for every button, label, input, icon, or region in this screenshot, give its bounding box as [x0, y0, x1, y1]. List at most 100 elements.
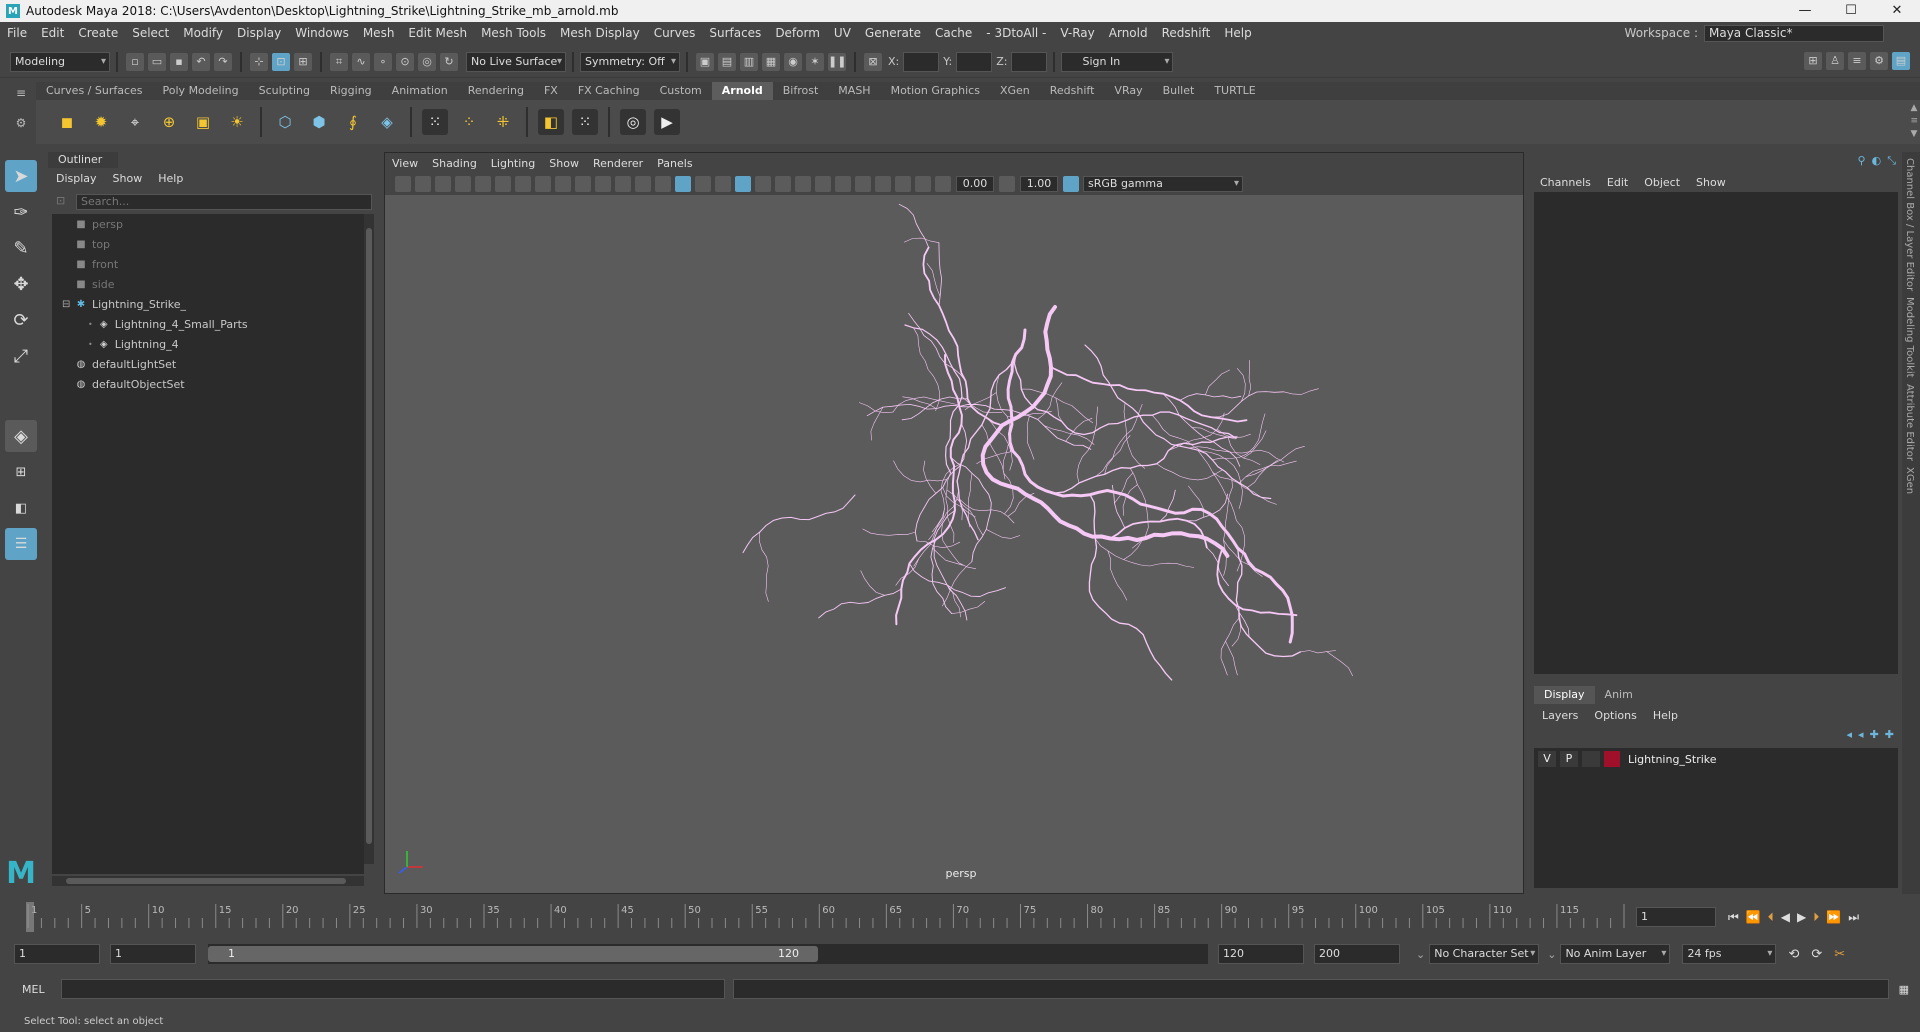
step-back-key-icon[interactable]: ⏪	[1746, 910, 1761, 925]
menu-display[interactable]: Display	[230, 22, 288, 44]
anim-layer-dropdown[interactable]: No Anim Layer	[1560, 944, 1671, 964]
layer-display-type-toggle[interactable]	[1582, 751, 1600, 767]
layer-menu-help[interactable]: Help	[1645, 709, 1686, 722]
channel-menu-object[interactable]: Object	[1636, 176, 1688, 189]
menu-v-ray[interactable]: V-Ray	[1053, 22, 1101, 44]
select-hierarchy-icon[interactable]: ⊹	[250, 52, 268, 71]
layer-playback-toggle[interactable]: P	[1560, 751, 1578, 767]
viewport-menu-view[interactable]: View	[385, 157, 425, 170]
shelf-tab-bifrost[interactable]: Bifrost	[773, 82, 829, 100]
render-view-icon[interactable]: ▣	[696, 52, 714, 71]
play-forwards-icon[interactable]: ▶	[1797, 910, 1806, 925]
outliner-item[interactable]: • ◈ Lightning_4_Small_Parts	[52, 314, 364, 334]
viewport-menu-shading[interactable]: Shading	[425, 157, 484, 170]
shelf-tab-xgen[interactable]: XGen	[990, 82, 1040, 100]
snap-rotate-icon[interactable]: ↻	[440, 52, 458, 71]
auto-key-icon[interactable]: ⟳	[1811, 947, 1822, 962]
play-backwards-icon[interactable]: ◀	[1781, 910, 1790, 925]
select-object-icon[interactable]: ⊡	[272, 52, 290, 71]
2d-pan-zoom-icon[interactable]	[475, 176, 491, 192]
select-component-icon[interactable]: ⊞	[294, 52, 312, 71]
single-perspective-icon[interactable]: ◈	[5, 420, 37, 452]
arnold-flush-texture-icon[interactable]: ⁙	[422, 109, 448, 135]
snap-surface-icon[interactable]: ◎	[418, 52, 436, 71]
depth-of-field-icon[interactable]	[835, 176, 851, 192]
snap-grid-icon[interactable]: ⌗	[330, 52, 348, 71]
move-tool-icon[interactable]: ✥	[5, 268, 37, 300]
menu-windows[interactable]: Windows	[288, 22, 356, 44]
redo-icon[interactable]: ↷	[214, 52, 232, 71]
outliner-item[interactable]: ■ side	[52, 274, 364, 294]
shelf-scroll[interactable]: ▲ ≡ ▼	[1910, 102, 1918, 141]
channel-box-tab-icon[interactable]: ⚲	[1858, 154, 1866, 168]
arnold-photometric-light-icon[interactable]: ⌖	[122, 109, 148, 135]
arnold-curve-collector-icon[interactable]: ∮	[340, 109, 366, 135]
outliner-menu-help[interactable]: Help	[150, 172, 191, 185]
menu-mesh[interactable]: Mesh	[356, 22, 402, 44]
shelf-settings-icon[interactable]: ⚙	[14, 116, 28, 130]
xray-icon[interactable]	[875, 176, 891, 192]
search-options-icon[interactable]: ⊡	[56, 194, 65, 207]
arnold-area-light-icon[interactable]: ◼	[54, 109, 80, 135]
shelf-tab-turtle[interactable]: TURTLE	[1204, 82, 1265, 100]
layer-color-swatch[interactable]	[1604, 751, 1620, 767]
render-setup-icon[interactable]: ✶	[806, 52, 824, 71]
shelf-tab-vray[interactable]: VRay	[1104, 82, 1152, 100]
shelf-tab-arnold[interactable]: Arnold	[711, 82, 773, 100]
shelf-tab-redshift[interactable]: Redshift	[1040, 82, 1105, 100]
go-to-start-icon[interactable]: ⏮	[1728, 910, 1739, 925]
arnold-physical-sky-icon[interactable]: ☀	[224, 109, 250, 135]
side-tab-channel-box-layer-editor[interactable]: Channel Box / Layer Editor	[1904, 158, 1915, 291]
bookmarks-icon[interactable]	[435, 176, 451, 192]
layer-tab-anim[interactable]: Anim	[1595, 686, 1643, 704]
menu-generate[interactable]: Generate	[858, 22, 928, 44]
live-surface-field[interactable]: No Live Surface	[466, 51, 566, 72]
select-tool-icon[interactable]: ➤	[5, 160, 37, 192]
loop-icon[interactable]: ⟲	[1788, 947, 1799, 962]
y-field[interactable]	[956, 51, 993, 72]
arnold-flush-background-icon[interactable]: ⁘	[456, 109, 482, 135]
x-field[interactable]	[903, 51, 940, 72]
sign-in-button[interactable]: Sign In	[1061, 51, 1174, 72]
shelf-tab-rendering[interactable]: Rendering	[458, 82, 534, 100]
animation-preferences-icon[interactable]: ✂	[1834, 947, 1845, 962]
animation-end-field[interactable]: 200	[1314, 944, 1400, 964]
character-set-dropdown[interactable]: No Character Set	[1429, 944, 1540, 964]
wireframe-icon[interactable]	[655, 176, 671, 192]
arnold-volume-icon[interactable]: ◈	[374, 109, 400, 135]
gamma-field[interactable]: 1.00	[1020, 176, 1058, 192]
pause-icon[interactable]: ❚❚	[828, 52, 846, 71]
rotate-tool-icon[interactable]: ⟳	[5, 304, 37, 336]
expand-toggle-icon[interactable]: ⊟	[62, 299, 70, 310]
menu-modify[interactable]: Modify	[176, 22, 230, 44]
arnold-render-icon[interactable]: ▶	[654, 109, 680, 135]
shelf-tab-rigging[interactable]: Rigging	[320, 82, 382, 100]
outliner-horizontal-scrollbar[interactable]	[52, 876, 364, 886]
menu-uv[interactable]: UV	[827, 22, 858, 44]
attribute-editor-icon[interactable]: ≡	[1848, 52, 1866, 70]
color-management-icon[interactable]	[1063, 176, 1079, 192]
arnold-flush-all-icon[interactable]: ⁜	[490, 109, 516, 135]
create-layer-from-selection-icon[interactable]: ✚	[1885, 728, 1894, 741]
outliner-search-input[interactable]: Search...	[76, 194, 372, 210]
outliner-menu-display[interactable]: Display	[48, 172, 105, 185]
playback-start-field[interactable]: 1	[110, 944, 196, 964]
playback-end-field[interactable]: 120	[1218, 944, 1304, 964]
arnold-tx-manager-icon[interactable]: ◧	[538, 109, 564, 135]
outliner-item[interactable]: ■ top	[52, 234, 364, 254]
time-slider[interactable]: 1 5 10 15 20 25 30 35 40 45 50 55 60 65 70 75 80 85 90 95 10…	[14, 900, 1625, 934]
ambient-occlusion-icon[interactable]	[775, 176, 791, 192]
persp-outliner-icon[interactable]: ◧	[5, 492, 37, 524]
gamma-icon[interactable]	[999, 176, 1015, 192]
step-forward-frame-icon[interactable]: ⏵	[1813, 910, 1819, 925]
shelf-tab-custom[interactable]: Custom	[650, 82, 712, 100]
shelf-tab-curves-surfaces[interactable]: Curves / Surfaces	[36, 82, 153, 100]
outliner-item[interactable]: ■ persp	[52, 214, 364, 234]
outliner-layout-icon[interactable]: ☰	[5, 528, 37, 560]
grid-icon[interactable]	[515, 176, 531, 192]
snap-curve-icon[interactable]: ∿	[352, 52, 370, 71]
menu-file[interactable]: File	[0, 22, 34, 44]
shelf-tab-sculpting[interactable]: Sculpting	[249, 82, 320, 100]
layer-row[interactable]: V P Lightning_Strike	[1534, 748, 1898, 770]
symmetry-dropdown[interactable]: Symmetry: Off	[580, 51, 680, 72]
